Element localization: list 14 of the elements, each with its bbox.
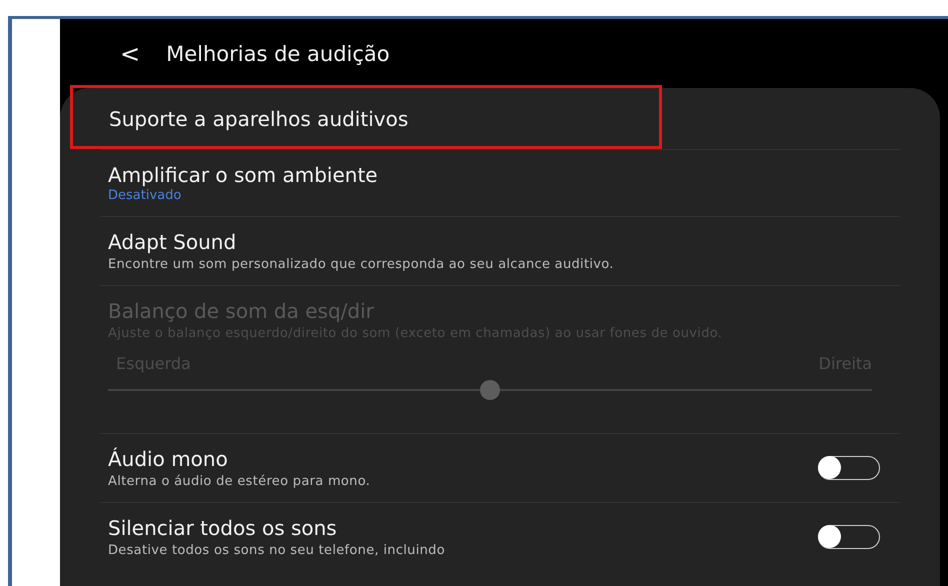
setting-description: Desative todos os sons no seu telefone, incluindo [108,543,446,559]
toggle-switch[interactable] [818,525,880,549]
back-button[interactable]: < [120,40,140,68]
setting-title[interactable]: Silenciar todos os sons [108,515,818,541]
setting-item[interactable]: Suporte a aparelhos auditivos [70,85,662,149]
toggle-switch[interactable] [818,456,880,480]
setting-status: Desativado [108,188,182,204]
setting-title[interactable]: Adapt Sound [108,229,880,255]
setting-description: Encontre um som personalizado que corresponda ao seu alcance auditivo. [108,257,615,273]
screen-title: Melhorias de audição [166,42,390,66]
setting-title[interactable]: Amplificar o som ambiente [108,162,880,188]
setting-description: Alterna o áudio de estéreo para mono. [108,474,372,490]
setting-title[interactable]: Áudio mono [108,446,818,472]
setting-title: Suporte a aparelhos auditivos [109,106,410,132]
